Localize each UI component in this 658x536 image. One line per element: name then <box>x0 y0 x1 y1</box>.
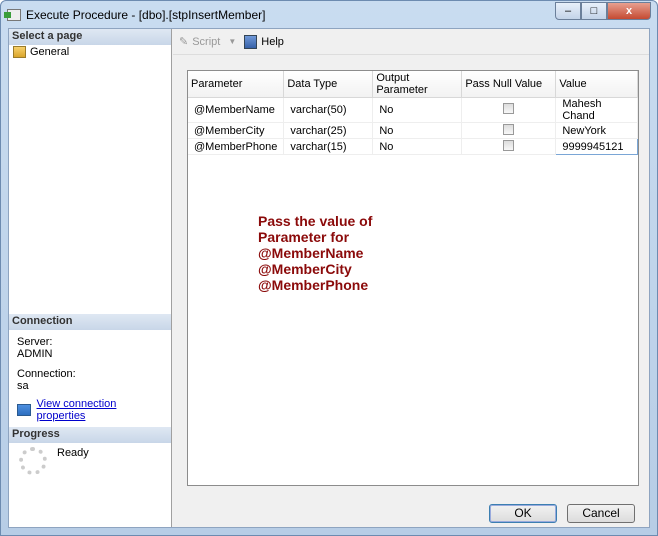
connection-properties-icon <box>17 404 31 416</box>
output-cell: No <box>372 122 463 139</box>
parameter-cell: @MemberPhone <box>188 138 285 155</box>
pass-null-checkbox[interactable] <box>503 123 515 135</box>
select-page-header: Select a page <box>9 29 171 45</box>
connection-section: Connection Server: ADMIN Connection: sa … <box>9 314 171 422</box>
value-input[interactable]: 9999945121 <box>555 138 638 155</box>
annotation-line: @MemberCity <box>258 261 352 277</box>
maximize-button[interactable]: □ <box>581 2 607 20</box>
column-header: Value <box>555 71 638 98</box>
pass-null-checkbox[interactable] <box>503 139 515 151</box>
pass-null-checkbox[interactable] <box>503 103 515 114</box>
app-icon <box>4 9 21 21</box>
table-row: @MemberPhone varchar(15) No 9999945121 <box>188 138 638 155</box>
value-cell[interactable]: Mahesh Chand <box>555 97 638 123</box>
title-bar: Execute Procedure - [dbo].[stpInsertMemb… <box>4 5 266 25</box>
server-value: ADMIN <box>17 348 53 360</box>
column-header: Parameter <box>188 71 285 98</box>
connection-header: Connection <box>9 314 171 330</box>
annotation-text: Pass the value of Parameter for @MemberN… <box>258 213 372 293</box>
left-panel: Select a page General Connection Server:… <box>9 29 172 527</box>
output-cell: No <box>372 97 463 123</box>
script-dropdown-icon[interactable]: ▼ <box>228 37 236 46</box>
parameter-cell: @MemberName <box>188 97 285 123</box>
progress-header: Progress <box>9 427 171 443</box>
minimize-button[interactable]: – <box>555 2 581 20</box>
window-title: Execute Procedure - [dbo].[stpInsertMemb… <box>26 8 266 22</box>
type-cell: varchar(25) <box>283 122 374 139</box>
close-button[interactable]: x <box>607 2 651 20</box>
help-button[interactable]: Help <box>261 36 284 48</box>
progress-status: Ready <box>57 447 89 459</box>
parameters-grid: Parameter Data Type Output Parameter Pas… <box>187 70 639 486</box>
annotation-line: Parameter for <box>258 229 350 245</box>
column-header: Pass Null Value <box>461 71 557 98</box>
main-panel: ✎ Script ▼ Help Parameter Data Type Outp… <box>173 29 649 527</box>
progress-spinner-icon <box>19 447 47 475</box>
table-row: @MemberCity varchar(25) No NewYork <box>188 122 638 139</box>
annotation-line: Pass the value of <box>258 213 373 229</box>
value-cell[interactable]: NewYork <box>555 122 638 139</box>
cancel-button[interactable]: Cancel <box>567 504 635 523</box>
table-row: @MemberName varchar(50) No Mahesh Chand <box>188 97 638 123</box>
ok-button[interactable]: OK <box>489 504 557 523</box>
toolbar: ✎ Script ▼ Help <box>173 29 649 55</box>
column-header: Data Type <box>283 71 374 98</box>
connection-label: Connection: <box>17 368 76 380</box>
dialog-client: Select a page General Connection Server:… <box>8 28 650 528</box>
script-icon: ✎ <box>179 36 189 48</box>
type-cell: varchar(50) <box>283 97 374 123</box>
annotation-line: @MemberPhone <box>258 277 369 293</box>
help-icon <box>244 34 258 49</box>
parameter-cell: @MemberCity <box>188 122 285 139</box>
script-button[interactable]: Script <box>192 36 220 48</box>
general-page-icon <box>13 46 26 58</box>
page-label: General <box>30 46 70 58</box>
server-label: Server: <box>17 336 53 348</box>
execute-procedure-window: Execute Procedure - [dbo].[stpInsertMemb… <box>0 0 658 536</box>
output-cell: No <box>372 138 463 155</box>
column-header: Output Parameter <box>372 71 463 98</box>
connection-value: sa <box>17 380 29 392</box>
view-connection-properties-link[interactable]: View connection properties <box>37 398 163 422</box>
page-item-general[interactable]: General <box>9 45 171 59</box>
annotation-line: @MemberName <box>258 245 364 261</box>
type-cell: varchar(15) <box>283 138 374 155</box>
progress-section: Progress Ready <box>9 427 171 479</box>
